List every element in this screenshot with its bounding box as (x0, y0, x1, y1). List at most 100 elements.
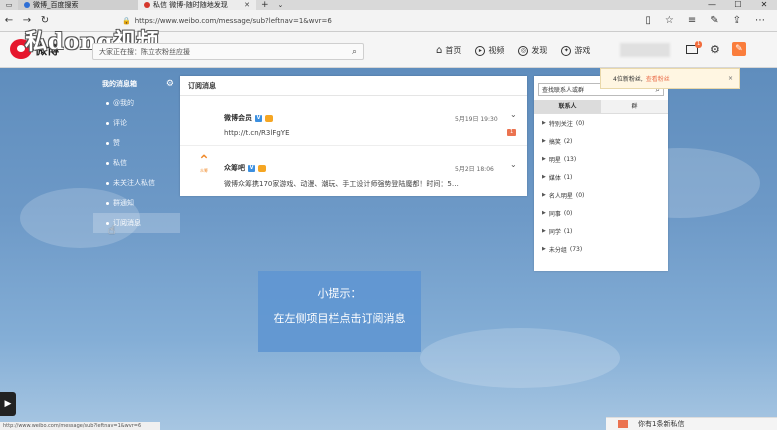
sidebar-item-group-notices[interactable]: 群通知 (93, 193, 180, 213)
message-body[interactable]: http://t.cn/R3lFgYE (224, 129, 290, 137)
browser-tab-baidu[interactable]: 微博_百度搜索 (18, 0, 138, 10)
mouse-cursor-icon: ☝ (108, 223, 116, 237)
message-sidebar: 我的消息箱 ⚙ @我的 评论 赞 私信 未关注人私信 群通知 订阅消息 (93, 75, 180, 233)
sidebar-item-private-messages[interactable]: 私信 (93, 153, 180, 173)
avatar (192, 106, 214, 128)
sidebar-item-label: 私信 (113, 159, 127, 167)
message-time: 5月19日 19:30 (455, 116, 498, 123)
group-count: (2) (563, 137, 573, 145)
share-icon[interactable]: ⇪ (733, 15, 741, 26)
verified-icon: V (255, 114, 262, 122)
notes-icon[interactable]: ✎ (710, 15, 718, 26)
contact-group[interactable]: ▶ 同事 (0) (534, 204, 668, 222)
minimize-button[interactable]: — (699, 0, 725, 10)
weibo-search-input[interactable]: 大家正在搜：陈立农粉丝应援 ⌕ (92, 43, 364, 60)
settings-gear-icon[interactable]: ⚙ (166, 79, 174, 89)
nav-discover[interactable]: ◎ 发现 (518, 45, 547, 56)
bullet-icon (106, 101, 109, 105)
sidebar-item-likes[interactable]: 赞 (93, 133, 180, 153)
message-time: 5月2日 18:06 (455, 166, 494, 173)
game-icon: ✦ (561, 45, 572, 56)
mail-badge: 1 (695, 40, 703, 48)
sender-name-text: 众筹吧 (224, 164, 245, 172)
nav-game[interactable]: ✦ 游戏 (561, 45, 590, 56)
private-message-bar[interactable]: 你有1条新私信 (606, 417, 777, 430)
cloud-decoration (420, 328, 620, 388)
envelope-icon (618, 420, 628, 428)
browser-tab-weibo[interactable]: 私信 微博-随时随地发现 ✕ (138, 0, 256, 10)
hub-icon[interactable]: ≡ (688, 15, 696, 26)
tip-line-2: 在左侧项目栏点击订阅消息 (273, 312, 406, 325)
close-tab-icon[interactable]: ✕ (244, 1, 250, 9)
group-label: 明星 (548, 156, 561, 164)
mail-icon[interactable]: 1 (686, 40, 703, 54)
sender-name[interactable]: 众筹吧 V (224, 163, 266, 173)
compose-icon[interactable]: ✎ (731, 42, 746, 56)
weibo-nav-links: ⌂ 首页 ▸ 视频 ◎ 发现 ✦ 游戏 (436, 45, 590, 56)
list-item[interactable]: 微博会员 V 5月19日 19:30 ⌄ http://t.cn/R3lFgYE… (180, 96, 527, 146)
logo-label: 众筹 (200, 168, 208, 173)
back-button[interactable]: ← (0, 15, 18, 26)
group-label: 特别关注 (548, 120, 573, 128)
status-bar-url: http://www.weibo.com/message/sub?leftnav… (0, 422, 160, 430)
new-tab-button[interactable]: + (256, 0, 274, 10)
tab-list-button[interactable]: ⌄ (274, 1, 288, 9)
group-count: (13) (563, 155, 577, 163)
url-text: www.weibo.com/message/sub?leftnav=1&wvr=… (159, 16, 332, 25)
expand-arrow-icon: ▶ (542, 210, 546, 216)
gear-icon[interactable]: ⚙ (710, 43, 720, 56)
contact-group[interactable]: ▶ 同学 (1) (534, 222, 668, 240)
contact-group[interactable]: ▶ 媒体 (1) (534, 168, 668, 186)
maximize-button[interactable]: ☐ (725, 0, 751, 10)
user-name-blurred[interactable] (620, 43, 670, 57)
expand-arrow-icon: ▶ (542, 120, 546, 126)
video-play-icon[interactable]: ▶ (0, 392, 16, 416)
private-message-text: 你有1条新私信 (638, 420, 685, 428)
member-badge-icon (258, 164, 266, 172)
contact-group[interactable]: ▶ 未分组 (73) (534, 240, 668, 258)
sidebar-item-unfollowed-messages[interactable]: 未关注人私信 (93, 173, 180, 193)
chevron-down-icon[interactable]: ⌄ (510, 110, 517, 119)
group-count: (1) (563, 173, 573, 181)
chevron-down-icon[interactable]: ⌄ (510, 160, 517, 169)
chevron-up-logo-icon: ⌃ (198, 153, 210, 169)
bullet-icon (106, 201, 109, 205)
panel-title: 订阅消息 (180, 76, 527, 96)
nav-home[interactable]: ⌂ 首页 (436, 45, 461, 56)
close-window-button[interactable]: ✕ (751, 0, 777, 10)
search-icon[interactable]: ⌕ (352, 47, 357, 57)
url-field[interactable]: 🔒 https://www.weibo.com/message/sub?left… (122, 13, 592, 29)
contact-group[interactable]: ▶ 特别关注 (0) (534, 114, 668, 132)
group-label: 名人明星 (548, 192, 573, 200)
favorite-star-icon[interactable]: ☆ (665, 15, 674, 26)
sidebar-item-subscriptions[interactable]: 订阅消息 (93, 213, 180, 233)
more-icon[interactable]: ⋯ (755, 15, 765, 26)
contact-group[interactable]: ▶ 名人明星 (0) (534, 186, 668, 204)
contact-group[interactable]: ▶ 搞笑 (2) (534, 132, 668, 150)
nav-video[interactable]: ▸ 视频 (475, 45, 504, 56)
close-icon[interactable]: × (728, 75, 733, 82)
discover-icon: ◎ (518, 45, 529, 56)
tab-actions-icon[interactable]: ▭ (0, 1, 18, 9)
expand-arrow-icon: ▶ (542, 192, 546, 198)
sidebar-item-label: 评论 (113, 119, 127, 127)
browser-tab-bar: ▭ 微博_百度搜索 私信 微博-随时随地发现 ✕ + ⌄ — ☐ ✕ (0, 0, 777, 10)
reading-view-icon[interactable]: ▯ (645, 15, 651, 26)
tab-groups[interactable]: 群 (601, 100, 668, 113)
list-item[interactable]: ⌃ 众筹 众筹吧 V 5月2日 18:06 ⌄ 微博众筹携170家游戏、动漫、潮… (180, 146, 527, 196)
subscription-panel: 订阅消息 微博会员 V 5月19日 19:30 ⌄ http://t.cn/R3… (180, 76, 527, 196)
contact-group[interactable]: ▶ 明星 (13) (534, 150, 668, 168)
expand-arrow-icon: ▶ (542, 156, 546, 162)
browser-toolbar: ▯ ☆ ≡ ✎ ⇪ ⋯ (645, 15, 777, 26)
message-body[interactable]: 微博众筹携170家游戏、动漫、潮玩、手工设计师强势登陆魔都！时间：5… (224, 179, 459, 189)
sidebar-title-text: 我的消息箱 (102, 80, 137, 88)
sidebar-item-label: 群通知 (113, 199, 134, 207)
search-placeholder: 大家正在搜：陈立农粉丝应援 (99, 47, 190, 56)
sidebar-item-mentions[interactable]: @我的 (93, 93, 180, 113)
tab-contacts[interactable]: 联系人 (534, 100, 601, 113)
member-badge-icon (265, 114, 273, 122)
sender-name[interactable]: 微博会员 V (224, 113, 273, 123)
view-fans-link[interactable]: 查看粉丝 (646, 74, 670, 83)
home-icon: ⌂ (436, 45, 443, 56)
sidebar-item-comments[interactable]: 评论 (93, 113, 180, 133)
